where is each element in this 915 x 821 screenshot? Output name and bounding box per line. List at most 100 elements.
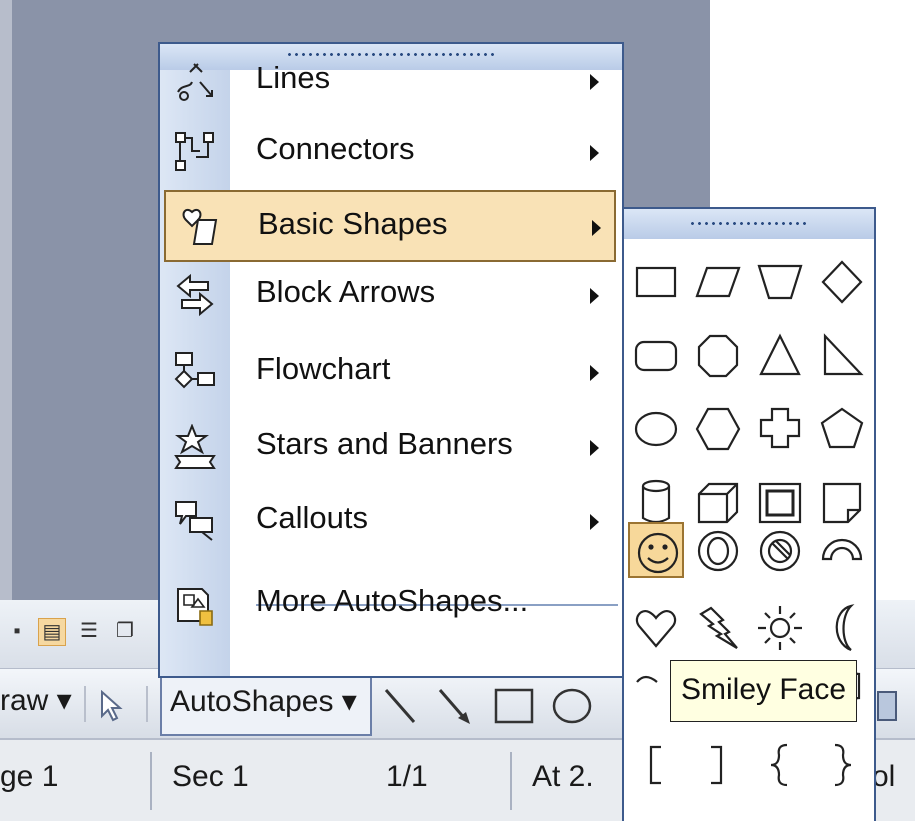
autoshapes-button[interactable]: AutoShapes ▾ [160, 676, 372, 736]
grip-dots [689, 221, 809, 226]
document-margin [0, 0, 12, 610]
menu-item-callouts[interactable]: Callouts [160, 486, 622, 558]
menu-item-more-autoshapes[interactable]: More AutoShapes... [160, 569, 622, 641]
status-section: Sec 1 [172, 760, 249, 793]
shape-rectangle[interactable] [628, 253, 684, 309]
lightning-bolt-icon [699, 606, 738, 649]
submenu-arrow-icon [590, 145, 599, 161]
smiley-face-icon [637, 532, 679, 574]
submenu-arrow-icon [592, 220, 601, 236]
shape-isosceles-triangle[interactable] [752, 327, 808, 383]
outline-view-icon[interactable]: ☰ [76, 618, 102, 644]
menu-item-label: Stars and Banners [256, 426, 513, 461]
pentagon-icon [820, 407, 864, 449]
submenu-arrow-icon [590, 288, 599, 304]
oval-icon [634, 411, 678, 447]
submenu-arrow-icon [590, 74, 599, 90]
shape-right-bracket[interactable] [690, 736, 746, 792]
cross-icon [759, 407, 801, 449]
left-bracket-icon [649, 745, 661, 785]
more-autoshapes-icon [172, 581, 218, 627]
shape-bevel[interactable] [752, 473, 808, 529]
submenu-arrow-icon [590, 440, 599, 456]
connectors-icon [172, 129, 218, 175]
no-symbol-icon [759, 530, 801, 572]
submenu-grip[interactable] [624, 209, 874, 239]
status-pages: 1/1 [386, 760, 428, 793]
shape-heart[interactable] [628, 599, 684, 655]
menu-item-basic-shapes[interactable]: Basic Shapes [164, 190, 616, 262]
callouts-icon [172, 498, 218, 544]
status-separator [150, 752, 152, 810]
menu-item-label: Connectors [256, 131, 415, 166]
right-brace-icon [834, 743, 852, 787]
right-triangle-icon [823, 333, 864, 376]
basic-shapes-icon [178, 204, 224, 250]
shape-rounded-rectangle[interactable] [628, 327, 684, 383]
shape-left-bracket[interactable] [628, 736, 684, 792]
shape-tooltip: Smiley Face [670, 660, 858, 722]
shape-trapezoid[interactable] [752, 253, 808, 309]
diamond-icon [821, 260, 863, 304]
menu-item-label: More AutoShapes... [256, 583, 529, 618]
shape-can[interactable] [628, 473, 684, 529]
shape-diamond[interactable] [814, 253, 870, 309]
menu-item-label: Block Arrows [256, 274, 436, 309]
shape-no-symbol[interactable] [752, 522, 808, 578]
shape-left-brace[interactable] [752, 736, 808, 792]
hexagon-icon [695, 407, 741, 451]
menu-item-connectors[interactable]: Connectors [160, 117, 622, 189]
toolbar-separator [146, 686, 148, 722]
parallelogram-icon [695, 266, 741, 298]
rounded-rectangle-icon [634, 340, 678, 372]
shape-right-triangle[interactable] [814, 327, 870, 383]
reading-layout-icon[interactable]: ❐ [112, 618, 138, 644]
shape-lightning-bolt[interactable] [690, 599, 746, 655]
shape-moon[interactable] [814, 599, 870, 655]
left-brace-icon [770, 743, 788, 787]
status-position: At 2. [532, 760, 594, 793]
toolbar-view-icon[interactable]: ▪ [4, 618, 30, 644]
menu-item-label: Lines [256, 60, 331, 95]
cube-icon [697, 482, 739, 524]
menu-item-stars-and-banners[interactable]: Stars and Banners [160, 412, 622, 484]
status-separator [510, 752, 512, 810]
status-page: ge 1 [0, 760, 59, 793]
shape-hexagon[interactable] [690, 400, 746, 456]
sun-icon [758, 606, 802, 650]
shape-block-arc[interactable] [814, 522, 870, 578]
shape-cube[interactable] [690, 473, 746, 529]
trapezoid-icon [757, 264, 803, 300]
print-layout-icon[interactable]: ▤ [38, 618, 66, 646]
rectangle-icon [635, 266, 677, 298]
menu-item-flowchart[interactable]: Flowchart [160, 337, 622, 409]
shape-donut[interactable] [690, 522, 746, 578]
isosceles-triangle-icon [759, 333, 801, 376]
shape-cross[interactable] [752, 400, 808, 456]
right-bracket-icon [711, 745, 723, 785]
octagon-icon [697, 334, 739, 378]
shape-octagon[interactable] [690, 327, 746, 383]
shape-parallelogram[interactable] [690, 253, 746, 309]
block-arc-icon [821, 538, 863, 561]
menu-item-label: Flowchart [256, 351, 391, 386]
select-objects-icon[interactable] [98, 689, 126, 722]
draw-menu-button[interactable]: raw ▾ [0, 683, 72, 718]
stars-banners-icon [172, 423, 218, 470]
toolbar-separator [84, 686, 86, 722]
shape-pentagon[interactable] [814, 400, 870, 456]
shape-oval[interactable] [628, 400, 684, 456]
shape-folded-corner[interactable] [814, 473, 870, 529]
lines-icon [172, 58, 218, 104]
shape-right-brace[interactable] [814, 736, 870, 792]
block-arrows-icon [172, 272, 218, 318]
shape-sun[interactable] [752, 599, 808, 655]
autoshapes-label: AutoShapes ▾ [170, 685, 357, 718]
folded-corner-icon [822, 482, 862, 524]
shape-smiley-face[interactable] [628, 522, 684, 578]
heart-icon [635, 610, 677, 648]
flowchart-icon [172, 349, 218, 395]
donut-icon [697, 530, 739, 572]
menu-item-block-arrows[interactable]: Block Arrows [160, 260, 622, 332]
menu-item-lines[interactable]: Lines [160, 46, 622, 118]
